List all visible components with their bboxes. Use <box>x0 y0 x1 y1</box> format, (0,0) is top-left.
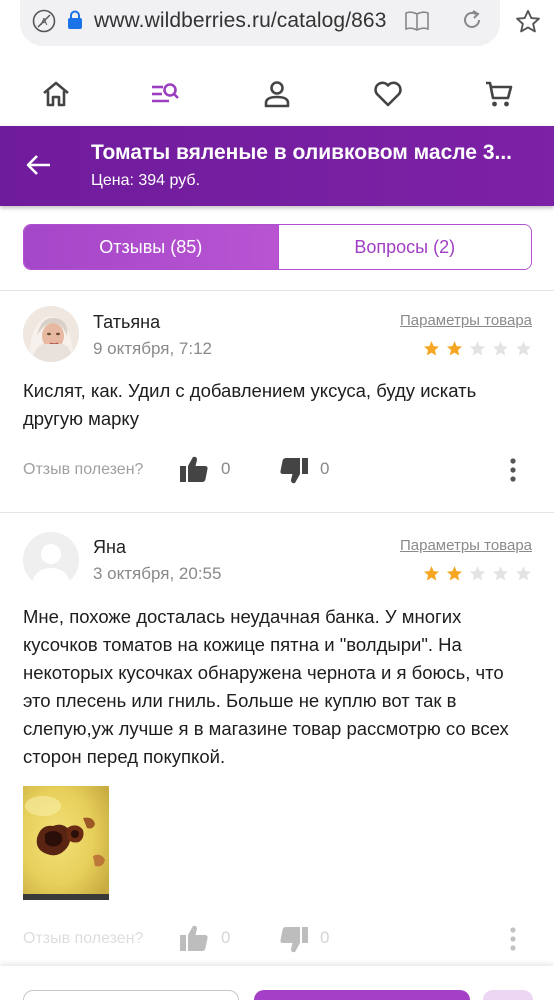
product-params-link[interactable]: Параметры товара <box>400 312 532 329</box>
lock-icon <box>68 10 82 29</box>
translate-icon[interactable]: A <box>32 9 56 33</box>
likes-count: 0 <box>221 459 231 478</box>
star-filled-icon <box>446 566 463 581</box>
reader-mode-icon[interactable] <box>404 9 430 33</box>
thumbs-up-icon[interactable] <box>179 455 209 483</box>
review-date: 3 октября, 20:55 <box>93 564 222 583</box>
default-avatar-icon <box>23 532 79 588</box>
helpful-label: Отзыв полезен? <box>23 461 144 478</box>
review-author: Татьяна <box>93 312 161 332</box>
rating-stars <box>423 565 532 582</box>
more-menu-icon[interactable] <box>509 926 517 952</box>
more-menu-icon[interactable] <box>509 457 517 483</box>
review-author: Яна <box>93 537 126 557</box>
review-text: Кислят, как. Удил с добавлением уксуса, … <box>23 380 477 429</box>
address-bar[interactable]: A www.wildberries.ru/catalog/863 <box>20 0 500 46</box>
product-params-link[interactable]: Параметры товара <box>400 537 532 554</box>
dislikes-count: 0 <box>320 928 330 947</box>
browser-toolbar: A www.wildberries.ru/catalog/863 <box>0 0 554 64</box>
avatar <box>23 306 79 362</box>
rating-stars <box>423 340 532 357</box>
product-title: Томаты вяленые в оливковом масле 3... <box>91 141 513 164</box>
dislikes-count: 0 <box>320 459 330 478</box>
review-text: Мне, похоже досталась неудачная банка. У… <box>23 606 509 767</box>
avatar-photo-icon <box>23 306 79 362</box>
favorites-icon[interactable] <box>372 78 404 110</box>
star-empty-icon <box>469 566 486 581</box>
tertiary-action-button[interactable] <box>483 990 533 1000</box>
thumbs-down-icon[interactable] <box>279 457 309 485</box>
helpful-row: Отзыв полезен? 0 0 <box>23 455 533 485</box>
star-filled-icon <box>423 566 440 581</box>
product-price: Цена: 394 руб. <box>91 172 201 189</box>
review-photo-image <box>23 786 109 900</box>
star-empty-icon <box>515 341 532 356</box>
cart-icon[interactable] <box>483 78 515 110</box>
star-filled-icon <box>446 341 463 356</box>
refresh-icon[interactable] <box>460 8 484 32</box>
thumbs-up-icon[interactable] <box>179 924 209 952</box>
secondary-action-button[interactable] <box>23 990 239 1000</box>
likes-count: 0 <box>221 928 231 947</box>
divider <box>0 512 554 513</box>
bookmark-star-icon[interactable] <box>514 8 542 36</box>
catalog-search-icon[interactable] <box>149 78 181 110</box>
bottom-action-bar <box>0 966 554 1000</box>
star-filled-icon <box>423 341 440 356</box>
tab-questions[interactable]: Вопросы (2) <box>277 225 531 269</box>
divider <box>0 290 554 291</box>
review-photo[interactable] <box>23 786 109 900</box>
star-empty-icon <box>492 341 509 356</box>
product-header: Томаты вяленые в оливковом масле 3... Це… <box>0 126 554 206</box>
tab-reviews[interactable]: Отзывы (85) <box>24 225 278 269</box>
helpful-row: Отзыв полезен? 0 0 <box>23 924 533 954</box>
back-arrow-icon[interactable] <box>24 150 54 180</box>
review-tabs: Отзывы (85) Вопросы (2) <box>23 224 532 270</box>
url-text[interactable]: www.wildberries.ru/catalog/863 <box>94 9 386 33</box>
site-nav <box>0 64 554 126</box>
review-date: 9 октября, 7:12 <box>93 339 212 358</box>
star-empty-icon <box>492 566 509 581</box>
helpful-label: Отзыв полезен? <box>23 930 144 947</box>
avatar <box>23 532 79 588</box>
star-empty-icon <box>469 341 486 356</box>
home-icon[interactable] <box>40 78 72 110</box>
primary-action-button[interactable] <box>254 990 470 1000</box>
star-empty-icon <box>515 566 532 581</box>
profile-icon[interactable] <box>261 78 293 110</box>
thumbs-down-icon[interactable] <box>279 926 309 954</box>
